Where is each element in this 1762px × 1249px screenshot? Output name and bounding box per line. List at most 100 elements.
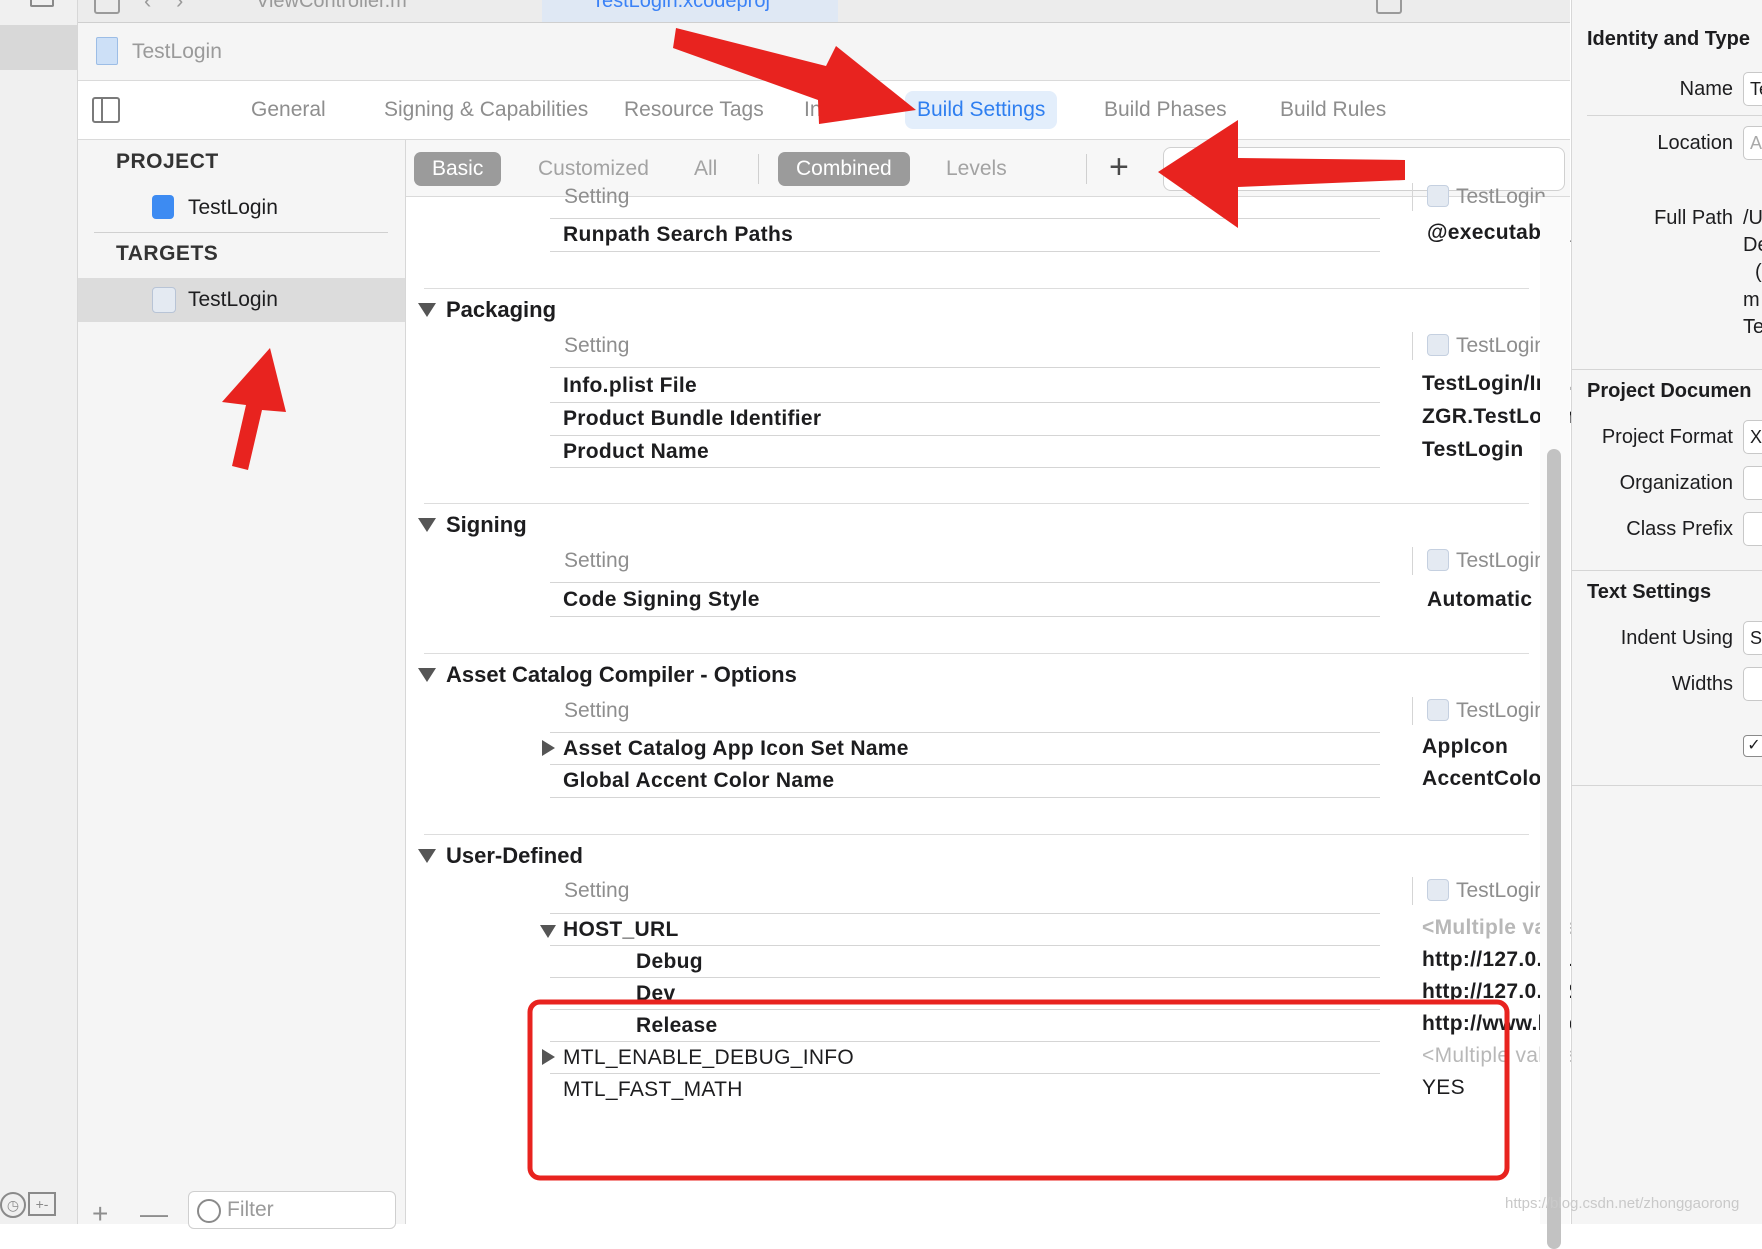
setting-info-plist-file[interactable]: Info.plist File: [563, 374, 697, 398]
tab-resource-tags[interactable]: Resource Tags: [612, 91, 776, 129]
tab-build-settings[interactable]: Build Settings: [905, 91, 1058, 129]
filter-separator: [1086, 154, 1087, 184]
navigator-selected-row[interactable]: [0, 25, 77, 70]
setting-code-signing-style[interactable]: Code Signing Style: [563, 588, 760, 612]
tab-general[interactable]: General: [239, 91, 338, 129]
disclosure-triangle-icon[interactable]: [418, 303, 436, 317]
setting-product-bundle-identifier[interactable]: Product Bundle Identifier: [563, 407, 821, 431]
value-product-name[interactable]: TestLogin: [1422, 438, 1523, 462]
setting-app-icon-set-name[interactable]: Asset Catalog App Icon Set Name: [563, 737, 909, 761]
remove-target-button[interactable]: —: [140, 1198, 168, 1230]
tab-xcodeproj[interactable]: TestLogin.xcodeproj: [542, 0, 838, 22]
inspector-divider: [1587, 115, 1762, 116]
setting-product-name[interactable]: Product Name: [563, 440, 709, 464]
value-mtl-fast-math[interactable]: YES: [1422, 1076, 1465, 1100]
row-divider: [550, 467, 1380, 468]
target-item[interactable]: TestLogin: [78, 278, 405, 322]
column-header-target: TestLogin: [1456, 699, 1546, 722]
expand-row-icon[interactable]: [542, 740, 555, 756]
group-divider: [424, 288, 1529, 289]
add-remove-icon[interactable]: +-: [28, 1192, 56, 1216]
text-settings-header: Text Settings: [1587, 581, 1712, 603]
project-file-icon: [96, 37, 118, 65]
tab-viewcontroller-label: ViewController.m: [256, 0, 407, 12]
setting-host-url-release[interactable]: Release: [636, 1014, 718, 1038]
window-tab-bar: ‹ › ViewController.m TestLogin.xcodeproj: [78, 0, 1570, 23]
navigator-icon[interactable]: [30, 0, 54, 7]
column-separator: [1412, 697, 1413, 725]
organization-field[interactable]: [1743, 466, 1762, 500]
project-item[interactable]: TestLogin: [78, 186, 405, 230]
row-divider: [550, 251, 1380, 252]
location-popup[interactable]: A: [1743, 126, 1762, 160]
tab-xcodeproj-label: TestLogin.xcodeproj: [592, 0, 770, 12]
name-label: Name: [1679, 78, 1733, 100]
identity-type-header: Identity and Type: [1587, 28, 1750, 50]
tab-info[interactable]: Info: [792, 91, 851, 129]
indent-using-popup[interactable]: S: [1743, 621, 1762, 655]
sidebar-divider: [94, 232, 388, 233]
project-format-popup[interactable]: X: [1743, 420, 1762, 454]
tab-viewcontroller[interactable]: ViewController.m: [256, 0, 506, 22]
setting-runpath-search-paths[interactable]: Runpath Search Paths: [563, 223, 793, 247]
setting-mtl-enable-debug-info[interactable]: MTL_ENABLE_DEBUG_INFO: [563, 1046, 854, 1070]
recent-files-icon[interactable]: ◷: [0, 1192, 26, 1218]
project-app-icon: [152, 195, 174, 219]
back-chevron-icon[interactable]: ‹: [144, 0, 151, 14]
tab-signing-capabilities[interactable]: Signing & Capabilities: [372, 91, 600, 129]
filter-combined-button[interactable]: Combined: [778, 152, 910, 186]
setting-host-url-dev[interactable]: Dev: [636, 982, 675, 1006]
column-separator: [1412, 877, 1413, 905]
project-targets-sidebar: PROJECT TestLogin TARGETS TestLogin + — …: [78, 140, 406, 1229]
disclosure-triangle-icon[interactable]: [418, 518, 436, 532]
navigator-strip: ◷ +-: [0, 0, 78, 1224]
setting-mtl-fast-math[interactable]: MTL_FAST_MATH: [563, 1078, 743, 1102]
row-divider: [550, 616, 1380, 617]
name-field[interactable]: Te: [1743, 72, 1762, 106]
disclosure-triangle-icon[interactable]: [418, 668, 436, 682]
wrap-lines-checkbox[interactable]: ✓: [1743, 735, 1762, 757]
editor-tabs: General Signing & Capabilities Resource …: [78, 81, 1570, 140]
tab-build-phases[interactable]: Build Phases: [1092, 91, 1239, 129]
inspector-section-divider: [1572, 570, 1762, 571]
value-app-icon-set-name[interactable]: AppIcon: [1422, 735, 1508, 759]
sidebar-toggle-icon[interactable]: [92, 97, 120, 123]
group-title-asset-catalog: Asset Catalog Compiler - Options: [446, 662, 797, 687]
add-target-button[interactable]: +: [92, 1198, 108, 1230]
grid-icon[interactable]: [94, 0, 120, 14]
filter-levels-button[interactable]: Levels: [928, 152, 1025, 186]
row-divider: [550, 945, 1380, 946]
row-divider: [550, 1009, 1380, 1010]
group-divider: [424, 653, 1529, 654]
filter-icon: [197, 1199, 221, 1223]
filter-basic-button[interactable]: Basic: [414, 152, 502, 186]
project-format-label: Project Format: [1601, 426, 1733, 448]
disclosure-triangle-icon[interactable]: [418, 849, 436, 863]
row-divider: [550, 913, 1380, 914]
target-column-icon: [1427, 699, 1449, 721]
tab-build-rules[interactable]: Build Rules: [1268, 91, 1398, 129]
breadcrumb-title[interactable]: TestLogin: [132, 40, 222, 64]
forward-chevron-icon[interactable]: ›: [176, 0, 183, 14]
settings-scrollbar[interactable]: [1540, 197, 1570, 1249]
group-divider: [424, 503, 1529, 504]
watermark: https://blog.csdn.net/zhonggaorong: [1505, 1195, 1740, 1212]
setting-global-accent-color-name[interactable]: Global Accent Color Name: [563, 769, 834, 793]
value-global-accent-color-name[interactable]: AccentColor: [1422, 767, 1550, 791]
widths-field[interactable]: [1743, 667, 1762, 701]
target-filter-input[interactable]: Filter: [188, 1191, 396, 1229]
scrollbar-thumb[interactable]: [1547, 449, 1561, 1249]
row-divider: [550, 764, 1380, 765]
class-prefix-field[interactable]: [1743, 512, 1762, 546]
collapse-row-icon[interactable]: [540, 925, 556, 938]
add-setting-button[interactable]: +: [1109, 148, 1129, 187]
expand-row-icon[interactable]: [542, 1049, 555, 1065]
class-prefix-label: Class Prefix: [1626, 518, 1733, 540]
filter-all-button[interactable]: All: [676, 152, 735, 186]
split-editor-icon[interactable]: [1376, 0, 1402, 14]
filter-customized-button[interactable]: Customized: [520, 152, 667, 186]
setting-host-url[interactable]: HOST_URL: [563, 918, 679, 942]
column-separator: [1412, 183, 1413, 211]
setting-host-url-debug[interactable]: Debug: [636, 950, 703, 974]
indent-using-label: Indent Using: [1620, 627, 1733, 649]
